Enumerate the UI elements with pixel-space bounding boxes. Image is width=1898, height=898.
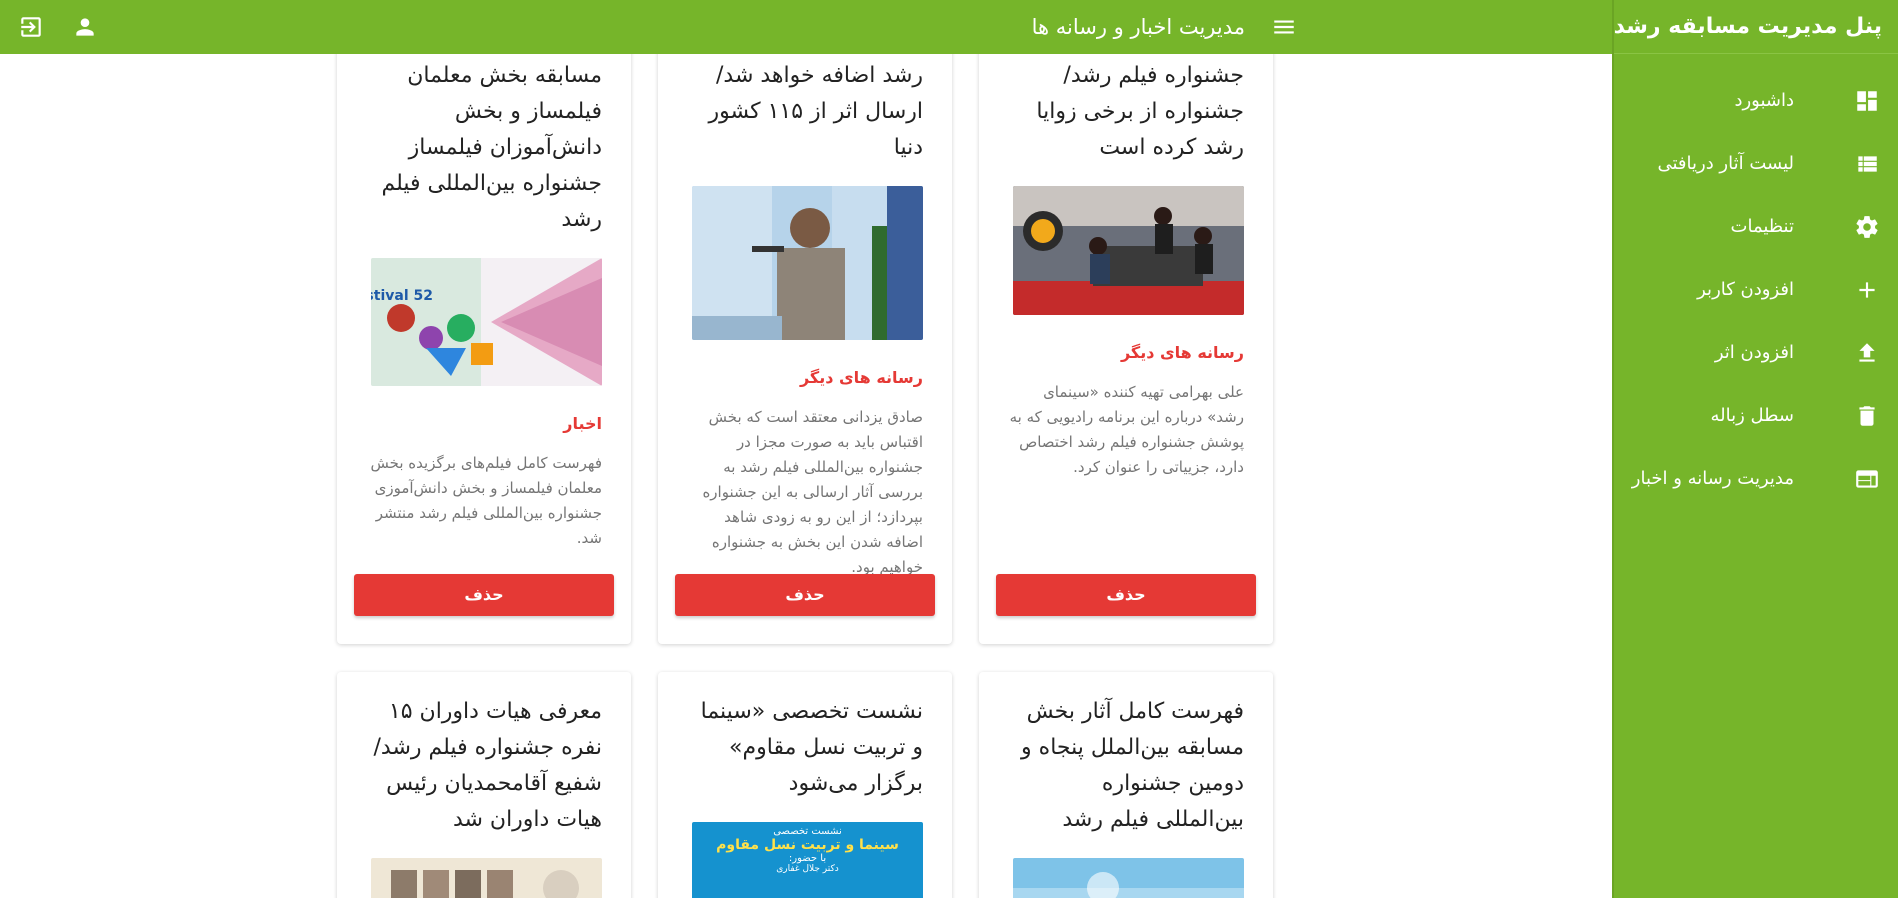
news-card: جشنواره فیلم رشد/ جشنواره از برخی زوایا … xyxy=(979,54,1273,644)
thumbnail-logo-text: ROSHD Film Festival 52 xyxy=(371,288,433,304)
menu-icon[interactable] xyxy=(1271,14,1297,40)
sidebar-item-label: افزودن کاربر xyxy=(1697,279,1794,300)
card-title: معرفی هیات داوران ۱۵ نفره جشنواره فیلم ر… xyxy=(373,699,603,832)
delete-button[interactable]: حذف xyxy=(675,574,935,616)
news-card: نشست تخصصی «سینما و تربیت نسل مقاوم» برگ… xyxy=(658,672,952,898)
news-thumbnail[interactable]: نشست تخصصی سینما و تربیت نسل مقاوم با حض… xyxy=(692,822,923,898)
sidebar-item-media-news[interactable]: مدیریت رسانه و اخبار xyxy=(1614,448,1898,511)
sidebar-item-received-works[interactable]: لیست آثار دریافتی xyxy=(1614,133,1898,196)
news-thumbnail[interactable] xyxy=(371,858,602,898)
sidebar-item-label: افزودن اثر xyxy=(1714,342,1794,363)
sidebar: پنل مدیریت مسابقه رشد داشبورد لیست آثار … xyxy=(1612,0,1898,898)
list-icon xyxy=(1858,156,1877,172)
top-app-bar: مدیریت اخبار و رسانه ها xyxy=(0,0,1612,54)
sidebar-item-add-work[interactable]: افزودن اثر xyxy=(1614,322,1898,385)
sidebar-menu: داشبورد لیست آثار دریافتی تنظیمات افزودن… xyxy=(1614,70,1898,511)
card-title: جشنواره فیلم رشد/ جشنواره از برخی زوایا … xyxy=(1036,63,1244,160)
web-icon xyxy=(1856,470,1878,488)
plus-icon xyxy=(1859,282,1875,298)
sidebar-item-label: داشبورد xyxy=(1734,90,1794,111)
sidebar-item-dashboard[interactable]: داشبورد xyxy=(1614,70,1898,133)
sidebar-item-label: سطل زباله xyxy=(1710,405,1794,426)
card-category: رسانه های دیگر xyxy=(1120,343,1244,362)
account-icon[interactable] xyxy=(72,14,98,40)
news-card: فهرست کامل آثار بخش مسابقه بین‌الملل پنج… xyxy=(979,672,1273,898)
news-thumbnail[interactable] xyxy=(1013,858,1244,898)
card-excerpt: صادق یزدانی معتقد است که بخش اقتباس باید… xyxy=(702,408,923,576)
sidebar-item-label: تنظیمات xyxy=(1730,216,1794,237)
thumbnail-caption: نشست تخصصی xyxy=(773,826,842,837)
news-card: رشد اضافه خواهد شد/ ارسال اثر از ۱۱۵ کشو… xyxy=(658,54,952,644)
card-category: اخبار xyxy=(563,414,602,433)
trash-icon xyxy=(1859,406,1875,426)
page-title: مدیریت اخبار و رسانه ها xyxy=(1031,15,1245,39)
news-thumbnail[interactable] xyxy=(1013,186,1244,315)
thumbnail-caption: دکتر جلال غفاری xyxy=(776,864,839,874)
card-title: فهرست کامل آثار بخش مسابقه بین‌الملل پنج… xyxy=(1021,699,1244,832)
sidebar-item-trash[interactable]: سطل زباله xyxy=(1614,385,1898,448)
news-thumbnail[interactable]: ROSHD Film Festival 52 xyxy=(371,258,602,386)
thumbnail-caption: با حضور: xyxy=(788,853,827,864)
card-category: رسانه های دیگر xyxy=(799,368,923,387)
news-card: مسابقه بخش معلمان فیلمساز و بخش دانش‌آمو… xyxy=(337,54,631,644)
sidebar-item-settings[interactable]: تنظیمات xyxy=(1614,196,1898,259)
upload-icon xyxy=(1859,343,1875,362)
brand-title: پنل مدیریت مسابقه رشد xyxy=(1614,0,1898,54)
card-title: مسابقه بخش معلمان فیلمساز و بخش دانش‌آمو… xyxy=(381,63,602,232)
sidebar-item-label: مدیریت رسانه و اخبار xyxy=(1631,468,1794,489)
news-media-grid: جشنواره فیلم رشد/ جشنواره از برخی زوایا … xyxy=(0,54,1612,898)
sidebar-item-label: لیست آثار دریافتی xyxy=(1657,153,1794,174)
dashboard-icon xyxy=(1857,91,1877,111)
news-thumbnail[interactable] xyxy=(692,186,923,340)
card-title: رشد اضافه خواهد شد/ ارسال اثر از ۱۱۵ کشو… xyxy=(708,63,924,160)
delete-button[interactable]: حذف xyxy=(354,574,614,616)
card-excerpt: علی بهرامی تهیه کننده «سینمای رشد» دربار… xyxy=(1009,383,1244,476)
card-title: نشست تخصصی «سینما و تربیت نسل مقاوم» برگ… xyxy=(700,699,923,796)
gear-icon xyxy=(1856,216,1878,238)
news-card: معرفی هیات داوران ۱۵ نفره جشنواره فیلم ر… xyxy=(337,672,631,898)
sidebar-item-add-user[interactable]: افزودن کاربر xyxy=(1614,259,1898,322)
card-excerpt: فهرست کامل فیلم‌های برگزیده بخش معلمان ف… xyxy=(370,454,602,547)
thumbnail-headline: سینما و تربیت نسل مقاوم xyxy=(716,837,899,853)
logout-icon[interactable] xyxy=(18,14,44,40)
delete-button[interactable]: حذف xyxy=(996,574,1256,616)
